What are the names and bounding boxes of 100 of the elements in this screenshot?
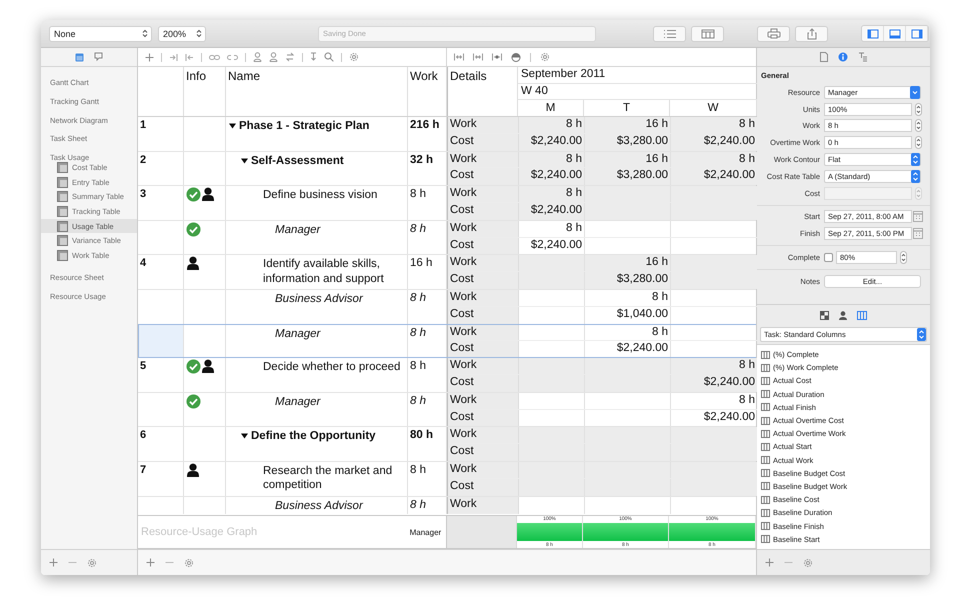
add-button[interactable] — [146, 558, 155, 567]
view-tab[interactable] — [75, 52, 84, 62]
table-cell: 6 — [138, 427, 184, 461]
table-cell: 8 h — [671, 152, 758, 168]
chevron-icon — [917, 328, 926, 341]
list-icon — [662, 28, 676, 38]
table-cell: Work — [448, 392, 519, 409]
move-down-icon — [310, 52, 317, 62]
stepper[interactable] — [900, 251, 907, 264]
table-button[interactable] — [691, 26, 724, 42]
add-button[interactable] — [765, 558, 774, 567]
table-icon — [57, 235, 68, 246]
unassign-button[interactable] — [269, 52, 278, 62]
print-button[interactable] — [757, 26, 790, 42]
move-down-button[interactable] — [310, 52, 317, 62]
replace-icon — [285, 52, 295, 62]
table-icon — [57, 191, 68, 202]
table-cell: Work — [448, 255, 519, 272]
task-name: Business Advisor — [275, 292, 363, 306]
document-icon — [820, 52, 828, 62]
chevron-icon — [911, 153, 920, 166]
inspector-tab[interactable] — [820, 52, 828, 62]
column-icon — [761, 442, 770, 451]
column-icon — [761, 535, 770, 544]
person-icon — [201, 359, 215, 374]
table-cell: 8 h — [519, 152, 585, 168]
assign-button[interactable] — [253, 52, 262, 62]
unlink-icon — [227, 54, 238, 60]
settings-button[interactable] — [87, 558, 97, 568]
table-cell: Cost — [448, 238, 519, 254]
library-tab[interactable] — [820, 310, 829, 320]
checkmark-icon — [186, 394, 201, 409]
settings-button[interactable] — [184, 558, 194, 568]
zoom-dropdown[interactable]: 200% — [158, 26, 206, 42]
inspector-tab[interactable] — [858, 52, 868, 62]
settings-icon — [87, 558, 97, 568]
add-button[interactable] — [49, 558, 58, 567]
column-header[interactable]: Details — [447, 67, 518, 116]
calendar-button[interactable] — [913, 211, 923, 222]
checkmark-icon — [186, 222, 201, 237]
view-dropdown[interactable]: None — [49, 26, 152, 42]
stepper[interactable] — [915, 119, 922, 132]
table-icon — [57, 220, 68, 232]
printer-icon — [766, 28, 780, 39]
table-cell: Cost — [448, 340, 519, 358]
column-header[interactable]: Name — [226, 67, 408, 116]
plus-icon — [765, 558, 774, 567]
table-cell: 8 h — [671, 117, 758, 133]
settings-button[interactable] — [349, 52, 359, 62]
search-button[interactable] — [324, 52, 334, 62]
table-cell: $2,240.00 — [671, 374, 758, 392]
table-cell: 16 h — [408, 255, 447, 289]
table-cell: $2,240.00 — [671, 134, 758, 151]
inspector-tab[interactable] — [838, 52, 848, 62]
column-header[interactable]: Work — [408, 67, 447, 116]
table-cell: $3,280.00 — [585, 272, 671, 289]
plus-icon — [145, 52, 154, 62]
disclosure-triangle-icon[interactable] — [229, 123, 236, 129]
view-tab[interactable] — [94, 52, 103, 62]
table-cell: $2,240.00 — [671, 168, 758, 186]
outdent-button[interactable] — [185, 52, 194, 62]
outline-button[interactable] — [653, 26, 686, 42]
settings-button[interactable] — [540, 52, 550, 62]
zoom-out-button[interactable] — [473, 53, 483, 61]
add-task-button[interactable] — [145, 52, 154, 62]
search-icon — [324, 52, 334, 62]
stepper[interactable] — [915, 136, 922, 150]
table-cell: 8 h — [585, 290, 671, 306]
table-cell: 16 h — [585, 117, 671, 133]
replace-button[interactable] — [285, 52, 295, 62]
zoom-in-icon — [454, 53, 464, 61]
task-name: Manager — [275, 222, 320, 238]
share-button[interactable] — [795, 26, 828, 42]
table-cell: $2,240.00 — [519, 203, 585, 220]
library-tab[interactable] — [839, 310, 847, 320]
task-name: Phase 1 - Strategic Plan — [239, 119, 370, 134]
plus-icon — [49, 558, 58, 567]
unlink-button[interactable] — [227, 54, 238, 60]
disclosure-triangle-icon[interactable] — [241, 433, 248, 440]
link-button[interactable] — [209, 54, 220, 60]
checkbox[interactable] — [824, 253, 833, 262]
calendar-button[interactable] — [913, 228, 923, 240]
library-tab[interactable] — [857, 310, 867, 320]
settings-button[interactable] — [803, 558, 813, 568]
table-cell: 8 h — [408, 462, 447, 496]
table-cell: $2,240.00 — [519, 238, 585, 254]
table-cell: 8 h — [408, 324, 447, 358]
column-header[interactable]: Info — [184, 67, 226, 116]
table-cell: 8 h — [519, 220, 585, 237]
half-circle-button[interactable] — [511, 52, 521, 62]
chevron-icon — [910, 86, 920, 99]
indent-button[interactable] — [169, 52, 178, 62]
table-cell: 8 h — [408, 358, 447, 392]
disclosure-triangle-icon[interactable] — [241, 158, 248, 164]
segmented-control[interactable] — [861, 25, 929, 42]
stepper[interactable] — [915, 102, 922, 116]
column-icon — [761, 496, 770, 504]
table-cell: 8 h — [671, 358, 758, 374]
zoom-in-button[interactable] — [454, 53, 464, 61]
scroll-to-task-button[interactable] — [492, 53, 502, 61]
